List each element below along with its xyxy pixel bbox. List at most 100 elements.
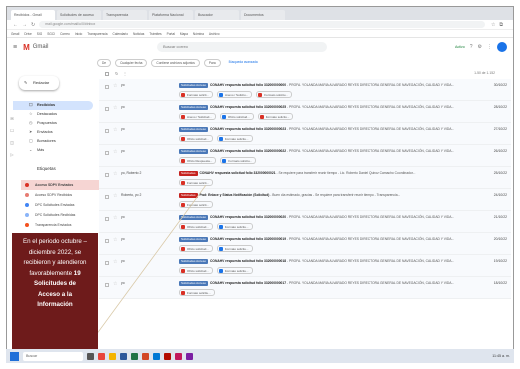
attachment-chip[interactable]: Formato solicitu... [179, 289, 215, 296]
attachment-chip[interactable]: Formato solicitu... [257, 113, 294, 120]
forward-icon[interactable]: → [22, 22, 27, 28]
row-checkbox[interactable] [105, 129, 109, 133]
row-checkbox[interactable] [105, 151, 109, 155]
label-tag[interactable]: Solicitudes Acceso [179, 215, 209, 220]
row-checkbox[interactable] [105, 173, 109, 177]
back-icon[interactable]: ← [13, 22, 18, 28]
browser-tab[interactable]: Recibidos - Gmail [11, 10, 55, 20]
attachment-chip[interactable]: Formato solicitu... [216, 223, 253, 230]
word-icon[interactable] [120, 352, 127, 360]
settings-gear-icon[interactable]: ⚙ [478, 44, 482, 50]
attachment-chip[interactable]: Anexo / Solicitu... [217, 91, 253, 98]
select-all-checkbox[interactable] [105, 72, 109, 76]
star-bookmark-icon[interactable]: ☆ [491, 22, 495, 28]
browser-tab[interactable]: Documentos [241, 10, 285, 20]
task-view-icon[interactable] [87, 352, 94, 360]
label-tag[interactable]: Solicitudes Acceso [179, 83, 209, 88]
app-icon[interactable] [175, 352, 182, 360]
bookmark[interactable]: Correo [60, 32, 70, 36]
sidebar-label[interactable]: DPC Solicitudes Recibidas [21, 210, 99, 220]
avatar[interactable] [497, 42, 507, 52]
pdf-reader-icon[interactable] [164, 352, 171, 360]
attachment-chip[interactable]: Oficio solicitud... [179, 267, 213, 274]
label-tag[interactable]: Solicitudes Acceso [179, 127, 209, 132]
bookmark[interactable]: Archivo [209, 32, 220, 36]
status-indicator[interactable]: Activo [455, 45, 465, 49]
filter-date-chip[interactable]: Cualquier fecha [115, 59, 148, 67]
attachment-chip[interactable]: Oficio solicitud... [219, 113, 254, 120]
star-icon[interactable]: ☆ [113, 127, 117, 133]
table-row[interactable]: ☆ yo Solicitudes Acceso CONAHV respuesta so… [99, 233, 511, 255]
label-tag[interactable]: Solicitudes [179, 193, 198, 198]
refresh-icon[interactable]: ↻ [115, 71, 118, 76]
attachment-chip[interactable]: Formato solicitu... [256, 91, 292, 98]
bookmark[interactable]: Inicio [75, 32, 82, 36]
label-tag[interactable]: Solicitudes Acceso [179, 149, 209, 154]
app-icon[interactable] [186, 352, 193, 360]
attachment-chip[interactable]: Formato solicit... [179, 91, 214, 98]
star-icon[interactable]: ☆ [113, 83, 117, 89]
gmail-logo-icon[interactable]: M [23, 43, 30, 52]
attachment-chip[interactable]: Oficio solicitud... [179, 135, 213, 142]
star-icon[interactable]: ☆ [113, 105, 117, 111]
star-icon[interactable]: ☆ [113, 193, 117, 199]
row-checkbox[interactable] [105, 261, 109, 265]
label-tag[interactable]: Solicitudes Acceso [179, 259, 209, 264]
extensions-icon[interactable]: ⧉ [499, 22, 503, 28]
browser-tab[interactable]: Solicitudes de acceso [57, 10, 101, 20]
star-icon[interactable]: ☆ [113, 171, 117, 177]
bookmark[interactable]: Drive [24, 32, 31, 36]
filter-from-chip[interactable]: De [97, 59, 112, 67]
attachment-chip[interactable]: Formato solicit... [179, 179, 214, 186]
sidebar-label[interactable]: DPC Solicitudes Enviadas [21, 200, 99, 210]
outlook-icon[interactable] [153, 352, 160, 360]
bookmark[interactable]: Portal [167, 32, 175, 36]
star-icon[interactable]: ☆ [113, 215, 117, 221]
sidebar-item-more[interactable]: ⌄ Más [13, 146, 93, 155]
label-tag[interactable]: Solicitudes Acceso [179, 281, 209, 286]
help-icon[interactable]: ? [470, 44, 473, 50]
attachment-chip[interactable]: Formato solicitu... [216, 135, 253, 142]
row-checkbox[interactable] [105, 195, 109, 199]
bookmark[interactable]: Noticias [133, 32, 144, 36]
bookmark[interactable]: SGCI [47, 32, 55, 36]
label-tag[interactable]: Solicitudes [179, 171, 198, 176]
attachment-chip[interactable]: Formato solicitu... [216, 267, 253, 274]
windows-start-icon[interactable] [10, 351, 19, 361]
attachment-chip[interactable]: Oficio solicitud... [179, 245, 213, 252]
attachment-chip[interactable]: Formato solicitu... [216, 245, 253, 252]
excel-icon[interactable] [131, 352, 138, 360]
filter-to-chip[interactable]: Para [203, 59, 221, 67]
attachment-chip[interactable]: Oficio Respuesta... [179, 157, 217, 164]
label-tag[interactable]: Solicitudes Acceso [179, 105, 209, 110]
bookmark[interactable]: Transparencia [87, 32, 107, 36]
taskbar-search-input[interactable]: Buscar [23, 351, 83, 361]
sidebar-item-starred[interactable]: ☆ Destacados [13, 110, 93, 119]
row-checkbox[interactable] [105, 239, 109, 243]
sidebar-item-snoozed[interactable]: ◷ Pospuestos [13, 119, 93, 128]
sidebar-label[interactable]: Acceso SDPV Enviados [21, 180, 99, 190]
powerpoint-icon[interactable] [142, 352, 149, 360]
star-icon[interactable]: ☆ [113, 149, 117, 155]
row-checkbox[interactable] [105, 85, 109, 89]
search-input[interactable]: Buscar correo [157, 42, 327, 52]
sidebar-item-inbox[interactable]: ☐ Recibidos [13, 101, 93, 110]
apps-grid-icon[interactable]: ⋮ [487, 44, 492, 50]
table-row[interactable]: ☆ yo Solicitudes Acceso CONAHV respuesta so… [99, 277, 511, 299]
table-row[interactable]: ☆ yo Solicitudes Acceso CONAHV respuesta so… [99, 255, 511, 277]
table-row[interactable]: ☆ yo Solicitudes Acceso CONAHV respuesta so… [99, 123, 511, 145]
more-vert-icon[interactable]: ⋮ [123, 71, 127, 76]
bookmark[interactable]: SIG [37, 32, 43, 36]
filter-attachment-chip[interactable]: Contiene archivos adjuntos [151, 59, 200, 67]
sidebar-item-drafts[interactable]: ▢ Borradores [13, 137, 93, 146]
table-row[interactable]: ☆ Roberto, yo 2 Solicitudes Fwd: Enlace y S… [99, 189, 511, 211]
hamburger-menu-icon[interactable]: ≡ [13, 44, 17, 51]
attachment-chip[interactable]: Anexo / Solicitud... [179, 113, 216, 120]
star-icon[interactable]: ☆ [113, 259, 117, 265]
row-checkbox[interactable] [105, 283, 109, 287]
bookmark[interactable]: Calendario [113, 32, 128, 36]
compose-button[interactable]: ✎ Redactar [19, 76, 59, 90]
reload-icon[interactable]: ↻ [31, 22, 35, 28]
row-checkbox[interactable] [105, 217, 109, 221]
table-row[interactable]: ☆ yo Solicitudes Acceso CONAHV respuesta so… [99, 101, 511, 123]
